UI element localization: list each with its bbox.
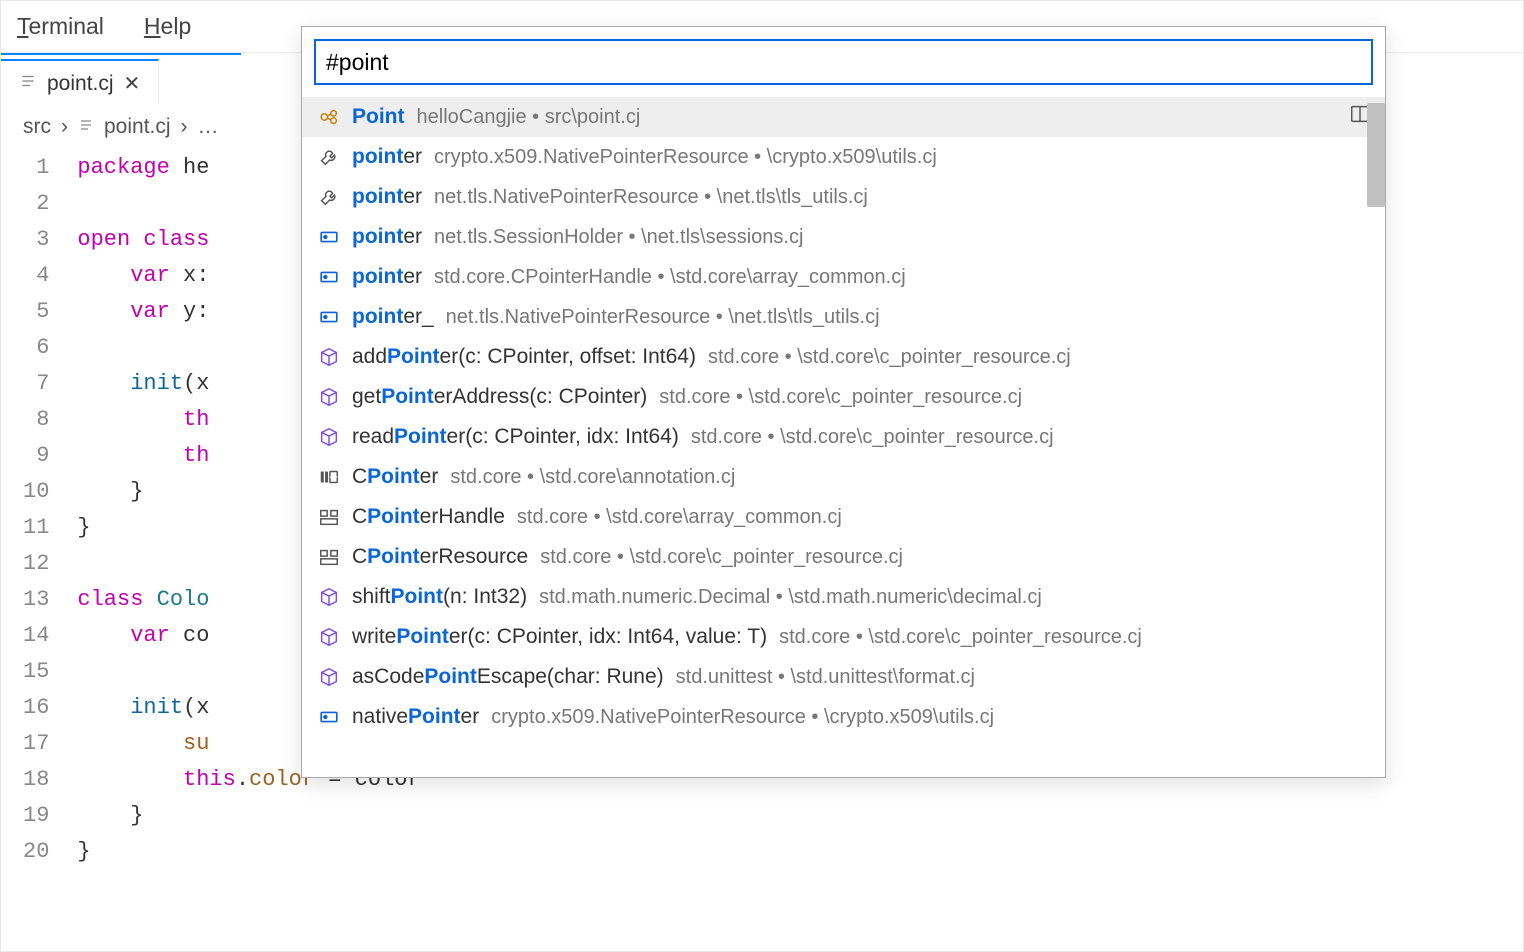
palette-result[interactable]: addPointer(c: CPointer, offset: Int64) s… [302,337,1385,377]
result-detail: net.tls.SessionHolder • \net.tls\session… [434,226,803,249]
result-label: pointer [352,185,422,209]
line-gutter: 1234567891011121314151617181920 [23,150,77,870]
result-label: readPointer(c: CPointer, idx: Int64) [352,425,679,449]
cube-icon [318,386,340,408]
result-label: nativePointer [352,705,479,729]
breadcrumb-seg[interactable]: point.cj [104,115,171,139]
wrench-icon [318,186,340,208]
sym-class-icon [318,106,340,128]
tab-point-cj[interactable]: point.cj ✕ [1,59,159,104]
result-label: CPointer [352,465,438,489]
result-label: NativePointerResource [352,745,573,769]
result-detail: helloCangjie • src\point.cj [417,106,641,129]
result-label: shiftPoint(n: Int32) [352,585,527,609]
palette-result[interactable]: getPointerAddress(c: CPointer) std.core … [302,377,1385,417]
field-icon [318,266,340,288]
result-detail: std.core • \std.core\c_pointer_resource.… [691,426,1054,449]
breadcrumb-seg[interactable]: … [198,115,219,139]
cube-icon [318,626,340,648]
result-detail: crypto.x509.NativePointerResource • \cry… [434,146,937,169]
result-label: pointer [352,145,422,169]
palette-result[interactable]: asCodePointEscape(char: Rune) std.unitte… [302,657,1385,697]
palette-result[interactable]: pointer net.tls.NativePointerResource • … [302,177,1385,217]
result-detail: net.tls.NativePointerResource • \net.tls… [446,306,880,329]
result-detail: std.core.CPointerHandle • \std.core\arra… [434,266,906,289]
result-label: pointer [352,225,422,249]
palette-scrollbar[interactable] [1367,103,1385,207]
wrench-icon [318,146,340,168]
palette-result[interactable]: pointer_ net.tls.NativePointerResource •… [302,297,1385,337]
breadcrumb-seg[interactable]: src [23,115,51,139]
palette-results: Point helloCangjie • src\point.cjpointer… [302,97,1385,777]
palette-result[interactable]: shiftPoint(n: Int32) std.math.numeric.De… [302,577,1385,617]
field-icon [318,306,340,328]
struct2-icon [318,506,340,528]
result-label: getPointerAddress(c: CPointer) [352,385,647,409]
palette-result[interactable]: writePointer(c: CPointer, idx: Int64, va… [302,617,1385,657]
result-label: asCodePointEscape(char: Rune) [352,665,664,689]
result-label: CPointerResource [352,545,528,569]
result-detail: std.core • \std.core\c_pointer_resource.… [540,546,903,569]
file-icon [78,115,94,139]
palette-result[interactable]: pointer std.core.CPointerHandle • \std.c… [302,257,1385,297]
struct-icon [318,466,340,488]
result-label: addPointer(c: CPointer, offset: Int64) [352,345,696,369]
result-detail: std.core • \std.core\array_common.cj [517,506,842,529]
result-detail: crypto.x509 • \crypto.x509\utils.cj [585,746,877,769]
result-detail: std.core • \std.core\c_pointer_resource.… [708,346,1071,369]
chevron-right-icon: › [61,115,68,139]
palette-result[interactable]: pointer net.tls.SessionHolder • \net.tls… [302,217,1385,257]
result-label: Point [352,105,405,129]
file-icon [19,72,37,96]
palette-result[interactable]: CPointerResource std.core • \std.core\c_… [302,537,1385,577]
palette-result[interactable]: readPointer(c: CPointer, idx: Int64) std… [302,417,1385,457]
palette-result[interactable]: CPointer std.core • \std.core\annotation… [302,457,1385,497]
close-icon[interactable]: ✕ [124,71,141,96]
menu-terminal[interactable]: Terminal [9,9,112,44]
cube-icon [318,346,340,368]
result-detail: std.math.numeric.Decimal • \std.math.num… [539,586,1042,609]
cube-icon [318,586,340,608]
result-label: pointer [352,265,422,289]
result-detail: std.core • \std.core\c_pointer_resource.… [659,386,1022,409]
result-detail: std.core • \std.core\annotation.cj [450,466,735,489]
field-icon [318,706,340,728]
struct2-icon [318,546,340,568]
sym-class-icon [318,746,340,768]
palette-result[interactable]: nativePointer crypto.x509.NativePointerR… [302,697,1385,737]
result-label: pointer_ [352,305,434,329]
palette-result[interactable]: pointer crypto.x509.NativePointerResourc… [302,137,1385,177]
chevron-right-icon: › [181,115,188,139]
field-icon [318,226,340,248]
result-detail: std.core • \std.core\c_pointer_resource.… [779,626,1142,649]
result-detail: crypto.x509.NativePointerResource • \cry… [491,706,994,729]
command-palette: Point helloCangjie • src\point.cjpointer… [301,26,1386,778]
menu-help[interactable]: Help [136,9,199,44]
palette-input[interactable] [314,39,1373,85]
result-label: writePointer(c: CPointer, idx: Int64, va… [352,625,767,649]
palette-result[interactable]: CPointerHandle std.core • \std.core\arra… [302,497,1385,537]
result-detail: net.tls.NativePointerResource • \net.tls… [434,186,868,209]
cube-icon [318,426,340,448]
palette-result[interactable]: Point helloCangjie • src\point.cj [302,97,1385,137]
result-label: CPointerHandle [352,505,505,529]
result-detail: std.unittest • \std.unittest\format.cj [676,666,975,689]
cube-icon [318,666,340,688]
tab-label: point.cj [47,72,114,96]
